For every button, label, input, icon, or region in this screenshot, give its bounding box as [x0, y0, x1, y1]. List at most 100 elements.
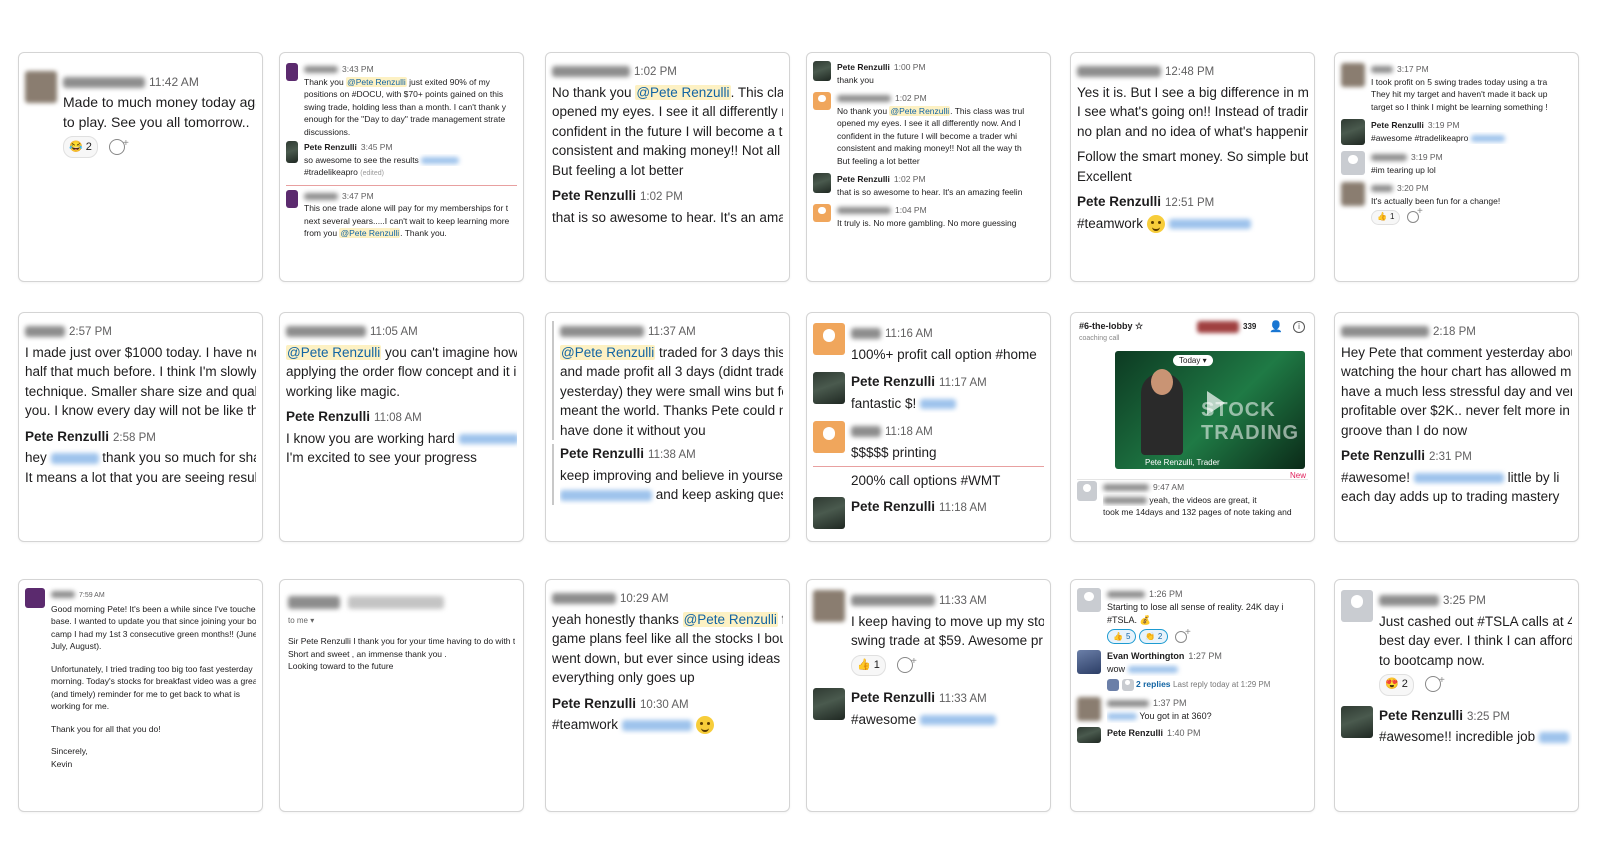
author-name[interactable]: Pete Renzulli: [552, 696, 636, 711]
message-text: so awesome to see the results: [304, 154, 419, 165]
reaction-laugh[interactable]: 😂 2: [63, 136, 98, 158]
testimonial-card-10: 11:16 AM 100%+ profit call option #home …: [806, 312, 1051, 542]
message-text: I'm excited to see your progress: [286, 450, 477, 465]
reaction-clap[interactable]: 👏 2: [1138, 629, 1169, 644]
message-text: target so I think I might be learning so…: [1371, 101, 1548, 112]
message-text: #awesome!! incredible job: [1379, 729, 1536, 744]
redacted-username: [304, 192, 338, 200]
timestamp: 3:19 PM: [1411, 152, 1443, 162]
message-text: keep improving and believe in yourself: [560, 467, 783, 483]
channel-name[interactable]: #6-the-lobby: [1079, 321, 1133, 331]
clap-emoji-icon: 👏: [1144, 632, 1155, 641]
author-name[interactable]: Pete Renzulli: [1379, 708, 1463, 723]
timestamp: 3:25 PM: [1443, 595, 1486, 607]
add-reaction-icon[interactable]: [1174, 626, 1191, 643]
redacted-username: [552, 593, 616, 604]
star-icon[interactable]: ☆: [1135, 321, 1143, 331]
channel-header[interactable]: #6-the-lobby ☆: [1079, 321, 1143, 332]
testimonial-card-12: 2:18 PM Hey Pete that comment yesterday …: [1334, 312, 1579, 542]
email-body-text: Sir Pete Renzulli I thank you for your t…: [288, 636, 515, 646]
mention-link[interactable]: @Pete Renzulli: [560, 344, 656, 360]
mention-link[interactable]: @Pete Renzulli: [339, 228, 401, 238]
message-text: technique. Smaller share size and qualit…: [25, 383, 256, 399]
add-reaction-icon[interactable]: [1424, 671, 1445, 693]
author-name[interactable]: Pete Renzulli: [286, 409, 370, 424]
add-reaction-icon[interactable]: [108, 134, 129, 156]
add-reaction-icon[interactable]: [896, 652, 917, 673]
author-name[interactable]: Pete Renzulli: [1341, 448, 1425, 463]
add-member-icon[interactable]: 👤: [1269, 320, 1283, 333]
timestamp: 2:58 PM: [113, 431, 156, 444]
redacted-username: [1103, 484, 1149, 492]
add-reaction-icon[interactable]: [1406, 206, 1423, 223]
message-text: thank you: [837, 74, 874, 85]
recipient-dropdown[interactable]: to me ▾: [288, 616, 523, 625]
mention-link[interactable]: @Pete Renzulli: [346, 76, 407, 87]
message-text: opened my eyes. I see it all differently…: [552, 104, 783, 119]
redacted-username: [837, 95, 891, 103]
author-name[interactable]: Pete Renzulli: [1077, 194, 1161, 209]
mention-link[interactable]: @Pete Renzulli: [889, 105, 951, 116]
message-text: yeah, the videos are great, it: [1149, 494, 1257, 505]
user-avatar: [1077, 650, 1101, 674]
message-text: enough for the "Day to day" trade manage…: [304, 114, 506, 124]
today-divider[interactable]: Today ▾: [1173, 355, 1213, 366]
mention-link[interactable]: @Pete Renzulli: [635, 84, 731, 100]
pete-avatar: [813, 61, 831, 81]
member-count[interactable]: 339: [1243, 322, 1256, 331]
play-icon[interactable]: [1207, 391, 1225, 415]
timestamp: 1:27 PM: [1188, 651, 1222, 661]
reaction-thumbs-up[interactable]: 👍 1: [851, 654, 886, 676]
testimonial-card-4: Pete Renzulli 1:00 PM thank you 1:02 PM N…: [806, 52, 1051, 282]
reaction-heart-eyes[interactable]: 😍 2: [1379, 674, 1414, 696]
author-name[interactable]: Pete Renzulli: [851, 690, 935, 705]
mention-link[interactable]: @Pete Renzulli: [682, 611, 778, 627]
user-avatar: [813, 204, 831, 222]
timestamp: 2:18 PM: [1433, 326, 1476, 338]
message-text: Starting to lose all sense of reality. 2…: [1107, 602, 1284, 612]
author-name[interactable]: Pete Renzulli: [837, 174, 890, 184]
testimonial-card-8: 11:05 AM @Pete Renzulli you can't imagin…: [279, 312, 524, 542]
testimonial-card-3: 1:02 PM No thank you @Pete Renzulli. Thi…: [545, 52, 790, 282]
reaction-thumbs-up[interactable]: 👍 1: [1371, 210, 1401, 225]
reply-avatar: [1107, 678, 1119, 691]
timestamp: 11:33 AM: [939, 693, 987, 705]
user-avatar: [1077, 588, 1101, 612]
redacted-text: [1103, 496, 1147, 504]
author-name[interactable]: Pete Renzulli: [560, 446, 644, 461]
user-avatar: [1341, 151, 1365, 175]
timestamp: 11:37 AM: [648, 326, 696, 338]
thread-replies-link[interactable]: 2 replies: [1136, 679, 1171, 689]
info-icon[interactable]: i: [1293, 321, 1305, 333]
reaction-thumbs-up[interactable]: 👍 5: [1107, 629, 1137, 644]
author-name[interactable]: Pete Renzulli: [851, 374, 935, 389]
mention-link[interactable]: @Pete Renzulli: [286, 344, 382, 360]
message-text: Sincerely,: [51, 746, 88, 756]
timestamp: 12:51 PM: [1165, 197, 1215, 209]
member-avatars[interactable]: [1197, 321, 1239, 333]
testimonial-card-7: 2:57 PM I made just over $1000 today. I …: [18, 312, 263, 542]
author-name[interactable]: Pete Renzulli: [1107, 728, 1163, 738]
author-name[interactable]: Pete Renzulli: [304, 142, 357, 152]
author-name[interactable]: Pete Renzulli: [25, 429, 109, 444]
message-text: yeah honestly thanks: [552, 611, 683, 627]
redacted-username: [1371, 154, 1407, 162]
user-avatar: [813, 323, 845, 355]
timestamp: 10:29 AM: [620, 593, 669, 605]
timestamp: 2:57 PM: [69, 326, 112, 338]
author-name[interactable]: Evan Worthington: [1107, 651, 1184, 661]
timestamp: 12:48 PM: [1165, 66, 1215, 78]
author-name[interactable]: Pete Renzulli: [851, 499, 935, 514]
video-thumbnail[interactable]: Today ▾ STOCK TRADING Pete Renzulli, Tra…: [1115, 351, 1305, 469]
redacted-username: [1371, 66, 1393, 74]
message-text: Unfortunately, I tried trading too big t…: [51, 663, 253, 674]
message-text: swing trade, holding less than a month. …: [304, 101, 506, 112]
author-name[interactable]: Pete Renzulli: [552, 188, 636, 203]
pete-avatar: [1341, 119, 1365, 145]
message-text: fantastic $!: [851, 395, 917, 411]
message-text: swing trade at $59. Awesome pr: [851, 633, 1043, 648]
author-name[interactable]: Pete Renzulli: [1371, 120, 1424, 130]
message-text: Made to much money today agair: [63, 94, 256, 110]
message-text: morning. Today's stocks for breakfast vi…: [51, 676, 256, 686]
author-name[interactable]: Pete Renzulli: [837, 62, 890, 72]
